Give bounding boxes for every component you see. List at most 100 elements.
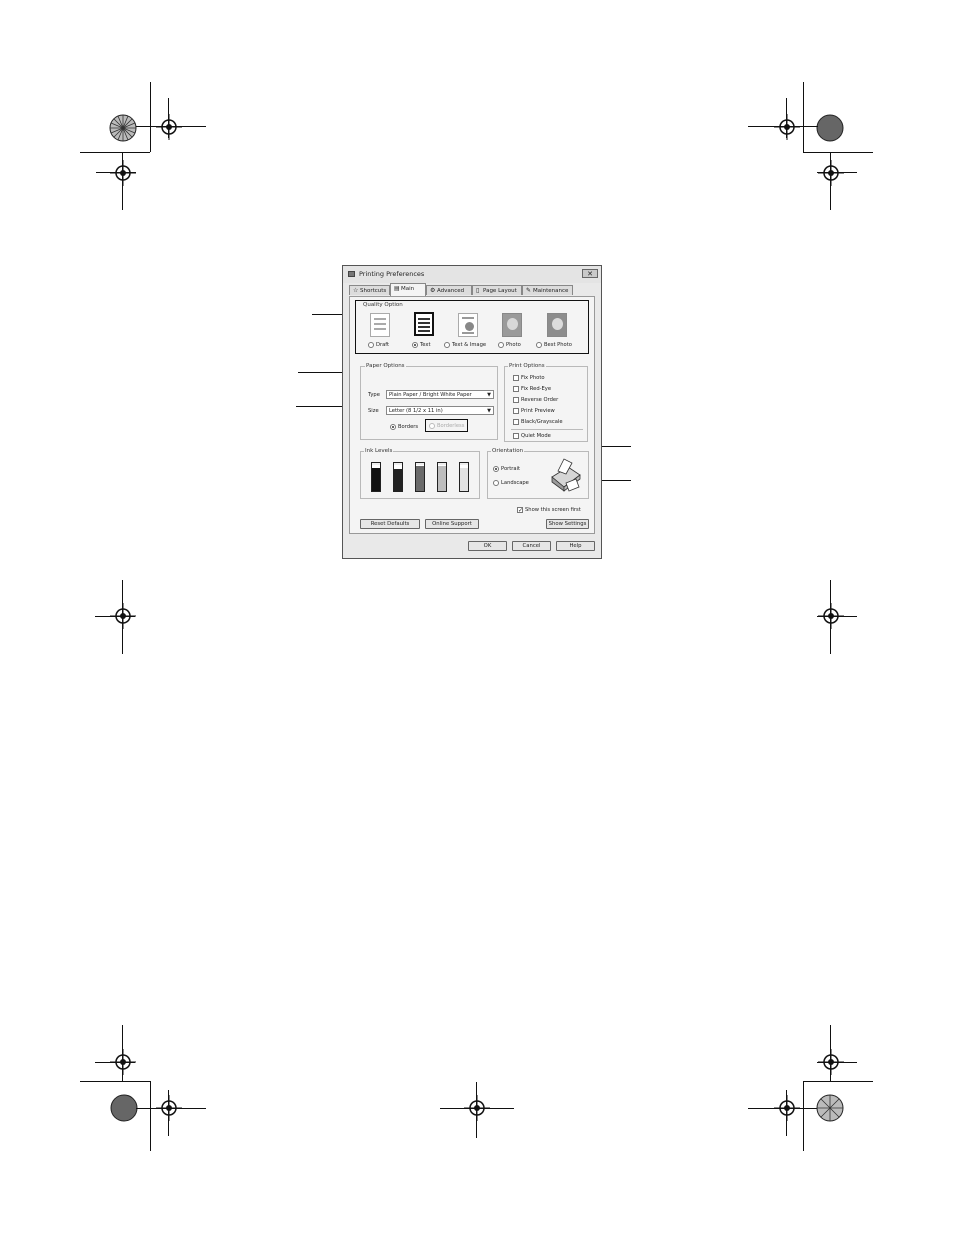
tab-maintenance[interactable]: ✎ Maintenance	[522, 285, 573, 295]
reverse-order-label: Reverse Order	[521, 397, 559, 403]
paper-type-value: Plain Paper / Bright White Paper	[389, 392, 472, 398]
crop-line	[786, 1090, 787, 1136]
borders-radio[interactable]	[390, 424, 396, 430]
crop-line	[830, 1025, 831, 1081]
ink-level-fill	[394, 468, 402, 491]
tab-main[interactable]: ▤Main	[390, 283, 426, 296]
cancel-button[interactable]: Cancel	[512, 541, 551, 551]
ink-level-fill	[372, 467, 380, 491]
paper-options-group: Paper Options Type Plain Paper / Bright …	[360, 363, 498, 440]
ink-level-fill	[438, 466, 446, 491]
print-preview-label: Print Preview	[521, 408, 555, 414]
crop-line	[830, 580, 831, 654]
text-image-label: Text & Image	[452, 342, 487, 348]
crop-line	[136, 1108, 206, 1109]
ink-level-fill	[416, 466, 424, 491]
borderless-radio[interactable]	[429, 423, 435, 429]
landscape-radio[interactable]	[493, 480, 499, 486]
draft-quality-icon[interactable]	[370, 313, 390, 337]
printer-orientation-icon	[551, 458, 581, 492]
text-image-quality-icon[interactable]	[458, 313, 478, 337]
reset-defaults-button[interactable]: Reset Defaults	[360, 519, 420, 529]
paper-size-select[interactable]: Letter (8 1/2 x 11 in) ▼	[386, 406, 494, 415]
paper-size-value: Letter (8 1/2 x 11 in)	[389, 408, 443, 414]
tab-page-layout[interactable]: ▯ Page Layout	[472, 285, 522, 295]
tab-label: Page Layout	[483, 288, 517, 294]
show-settings-button[interactable]: Show Settings	[546, 519, 589, 529]
main-tab-panel: Quality Option Draft Text Text & Image P…	[349, 296, 595, 534]
crop-line	[830, 152, 831, 210]
text-image-radio[interactable]	[444, 342, 450, 348]
paper-type-select[interactable]: Plain Paper / Bright White Paper ▼	[386, 390, 494, 399]
borderless-label: Borderless	[437, 423, 465, 429]
group-label: Quality Option	[362, 302, 404, 308]
crosshair-icon	[156, 114, 182, 140]
crop-line	[817, 616, 857, 617]
page-icon: ▯	[476, 287, 480, 294]
best-photo-radio[interactable]	[536, 342, 542, 348]
portrait-label: Portrait	[501, 466, 521, 472]
best-photo-quality-icon[interactable]	[547, 313, 567, 337]
crop-line	[803, 1081, 873, 1082]
dropdown-arrow-icon: ▼	[487, 408, 491, 414]
quiet-mode-label: Quiet Mode	[521, 433, 551, 439]
print-preview-checkbox[interactable]	[513, 408, 519, 414]
show-screen-first-label: Show this screen first	[525, 507, 581, 513]
photo-quality-icon[interactable]	[502, 313, 522, 337]
crop-line	[786, 98, 787, 138]
orientation-group: Orientation Portrait Landscape	[487, 448, 589, 499]
crop-line	[476, 1082, 477, 1138]
dialog-title: Printing Preferences	[359, 270, 425, 278]
ink-cartridge	[437, 462, 447, 492]
star-icon: ☆	[353, 287, 359, 294]
photo-radio[interactable]	[498, 342, 504, 348]
close-button[interactable]: ✕	[582, 269, 598, 278]
text-label: Text	[420, 342, 431, 348]
group-label: Ink Levels	[364, 448, 394, 454]
crop-dot-icon	[816, 114, 844, 142]
show-screen-first-checkbox[interactable]: ✓	[517, 507, 523, 514]
fix-red-eye-label: Fix Red-Eye	[521, 386, 552, 392]
help-button[interactable]: Help	[556, 541, 595, 551]
ok-button[interactable]: OK	[468, 541, 507, 551]
best-photo-label: Best Photo	[544, 342, 572, 348]
ink-levels-group: Ink Levels	[360, 448, 480, 499]
ink-cartridge	[415, 462, 425, 492]
text-radio[interactable]	[412, 342, 418, 348]
online-support-button[interactable]: Online Support	[425, 519, 479, 529]
crop-line	[122, 152, 123, 210]
crop-line	[817, 1062, 857, 1063]
gear-icon: ⚙	[430, 287, 436, 294]
crop-line	[150, 82, 151, 152]
quiet-mode-checkbox[interactable]	[513, 433, 519, 439]
black-grayscale-checkbox[interactable]	[513, 419, 519, 425]
portrait-radio[interactable]	[493, 466, 499, 472]
crop-line	[150, 1081, 151, 1151]
type-label: Type	[368, 392, 380, 398]
crop-line	[96, 172, 136, 173]
wrench-icon: ✎	[526, 287, 532, 294]
printer-app-icon	[348, 271, 355, 277]
printer-icon: ▤	[394, 285, 400, 292]
crosshair-icon	[818, 160, 844, 186]
ink-cartridge-cap	[459, 462, 469, 465]
crop-line	[122, 580, 123, 654]
ink-cartridge-cap	[393, 462, 403, 465]
tab-shortcuts[interactable]: ☆ Shortcuts	[349, 285, 390, 295]
fix-photo-checkbox[interactable]	[513, 375, 519, 381]
tab-label: Main	[401, 286, 415, 292]
draft-radio[interactable]	[368, 342, 374, 348]
tab-label: Advanced	[437, 288, 465, 294]
crop-line	[122, 1025, 123, 1081]
fix-red-eye-checkbox[interactable]	[513, 386, 519, 392]
reverse-order-checkbox[interactable]	[513, 397, 519, 403]
tab-label: Shortcuts	[360, 288, 387, 294]
ink-cartridge-cap	[415, 462, 425, 465]
landscape-label: Landscape	[501, 480, 529, 486]
text-quality-icon[interactable]	[414, 312, 434, 336]
tab-advanced[interactable]: ⚙ Advanced	[426, 285, 472, 295]
photo-label: Photo	[506, 342, 521, 348]
title-bar: Printing Preferences ✕	[343, 266, 601, 283]
crosshair-icon	[774, 114, 800, 140]
crop-rosette-icon	[816, 1094, 844, 1122]
